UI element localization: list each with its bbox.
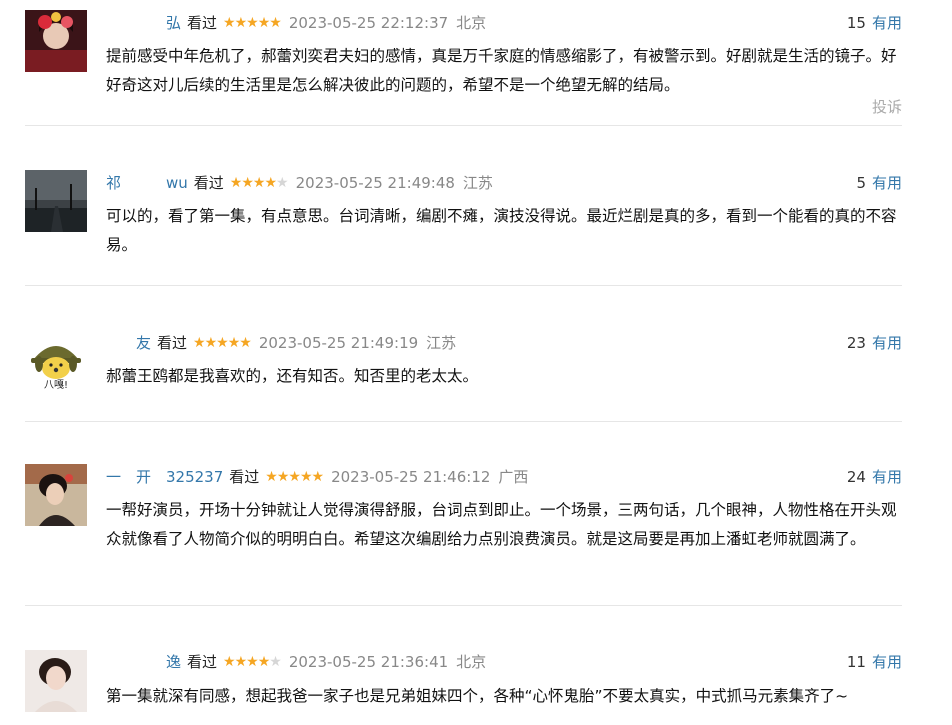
star-icon: ★: [257, 15, 271, 31]
comment-meta: 弘 看过 ★ ★ ★ ★ ★ 2023-05-25 22:12:37 北京: [106, 12, 486, 34]
comment-time: 2023-05-25 21:49:19: [258, 334, 419, 352]
useful-count: 15: [846, 14, 866, 32]
rating-stars: ★ ★ ★ ★ ★: [223, 651, 282, 673]
useful-button[interactable]: 有用: [872, 14, 902, 32]
star-icon: ★: [264, 175, 277, 191]
rating-stars: ★ ★ ★ ★ ★: [193, 332, 252, 354]
comment-text: 一帮好演员，开场十分钟就让人觉得演得舒服，台词点到即止。一个场景，三两句话，几个…: [106, 501, 897, 548]
star-icon: ★: [204, 335, 218, 351]
useful-vote: 5 有用: [856, 172, 902, 194]
star-icon: ★: [246, 654, 259, 670]
avatar-caption: 八嘎!: [44, 379, 68, 391]
rating-stars: ★ ★ ★ ★ ★: [223, 12, 282, 34]
avatar[interactable]: [25, 170, 87, 232]
avatar[interactable]: [25, 650, 87, 712]
useful-button[interactable]: 有用: [872, 653, 902, 671]
star-icon: ★: [223, 15, 236, 31]
rating-stars: ★ ★ ★ ★ ★: [265, 466, 325, 488]
report-link[interactable]: 投诉: [872, 96, 902, 117]
star-icon: ★: [276, 469, 290, 485]
watch-status: 看过: [157, 334, 188, 352]
comment-meta: 祁 wu 看过 ★ ★ ★ ★ ★ 2023-05-25 21:49:48 江苏: [106, 172, 493, 194]
star-icon: ★: [276, 175, 289, 191]
useful-button[interactable]: 有用: [872, 468, 902, 486]
divider: [25, 125, 902, 126]
divider: [25, 421, 902, 422]
comment-text: 郝蕾王鸥都是我喜欢的，还有知否。知否里的老太太。: [106, 367, 479, 385]
star-icon: ★: [216, 335, 229, 351]
star-icon: ★: [246, 15, 259, 31]
watch-status: 看过: [187, 14, 218, 32]
star-icon: ★: [269, 654, 282, 670]
comment-meta: 友 看过 ★ ★ ★ ★ ★ 2023-05-25 21:49:19 江苏: [106, 332, 456, 354]
username-link[interactable]: 弘: [106, 12, 181, 34]
star-icon: ★: [241, 175, 254, 191]
star-icon: ★: [257, 654, 271, 670]
comment-location: 江苏: [426, 334, 457, 352]
star-icon: ★: [234, 654, 248, 670]
star-icon: ★: [299, 469, 313, 485]
useful-vote: 11 有用: [847, 651, 902, 673]
star-icon: ★: [269, 15, 282, 31]
comment-time: 2023-05-25 21:36:41: [288, 653, 449, 671]
comment-time: 2023-05-25 21:49:48: [295, 174, 455, 192]
avatar[interactable]: [25, 10, 87, 72]
comment-location: 北京: [456, 653, 487, 671]
useful-vote: 24 有用: [847, 466, 902, 488]
useful-count: 24: [846, 468, 866, 486]
comment-time: 2023-05-25 22:12:37: [288, 14, 449, 32]
avatar[interactable]: 八嘎!: [25, 330, 87, 392]
useful-vote: 23 有用: [847, 332, 902, 354]
star-icon: ★: [311, 469, 325, 485]
comment-location: 江苏: [462, 174, 493, 192]
star-icon: ★: [234, 15, 248, 31]
useful-count: 11: [846, 653, 866, 671]
useful-count: 5: [856, 174, 866, 192]
divider: [25, 285, 902, 286]
star-icon: ★: [193, 335, 206, 351]
comment-text: 第一集就深有同感，想起我爸一家子也是兄弟姐妹四个，各种“心怀鬼胎”不要太真实，中…: [106, 687, 849, 705]
star-icon: ★: [239, 335, 252, 351]
star-icon: ★: [265, 469, 278, 485]
username-link[interactable]: 一 开 325237: [106, 466, 223, 488]
comment-text: 可以的，看了第一集，有点意思。台词清晰，编剧不瘫，演技没得说。最近烂剧是真的多，…: [106, 207, 897, 254]
star-icon: ★: [227, 335, 241, 351]
watch-status: 看过: [193, 174, 224, 192]
watch-status: 看过: [187, 653, 218, 671]
rating-stars: ★ ★ ★ ★ ★: [229, 172, 289, 194]
star-icon: ★: [288, 469, 301, 485]
avatar[interactable]: [25, 464, 87, 526]
useful-button[interactable]: 有用: [872, 174, 902, 192]
comment-location: 北京: [456, 14, 487, 32]
star-icon: ★: [229, 175, 243, 191]
useful-count: 23: [846, 334, 866, 352]
username-link[interactable]: 祁 wu: [106, 172, 188, 194]
watch-status: 看过: [229, 468, 260, 486]
comment-time: 2023-05-25 21:46:12: [331, 468, 491, 486]
useful-vote: 15 有用: [847, 12, 902, 34]
comment-meta: 一 开 325237 看过 ★ ★ ★ ★ ★ 2023-05-25 21:46:12 …: [106, 466, 528, 488]
username-link[interactable]: 友: [106, 332, 151, 354]
comment-text: 提前感受中年危机了，郝蕾刘奕君夫妇的感情，真是万千家庭的情感缩影了，有被警示到。…: [106, 47, 897, 94]
divider: [25, 605, 902, 606]
useful-button[interactable]: 有用: [872, 334, 902, 352]
comment-meta: 逸 看过 ★ ★ ★ ★ ★ 2023-05-25 21:36:41 北京: [106, 651, 486, 673]
star-icon: ★: [223, 654, 236, 670]
star-icon: ★: [252, 175, 266, 191]
comment-location: 广西: [498, 468, 529, 486]
username-link[interactable]: 逸: [106, 651, 181, 673]
